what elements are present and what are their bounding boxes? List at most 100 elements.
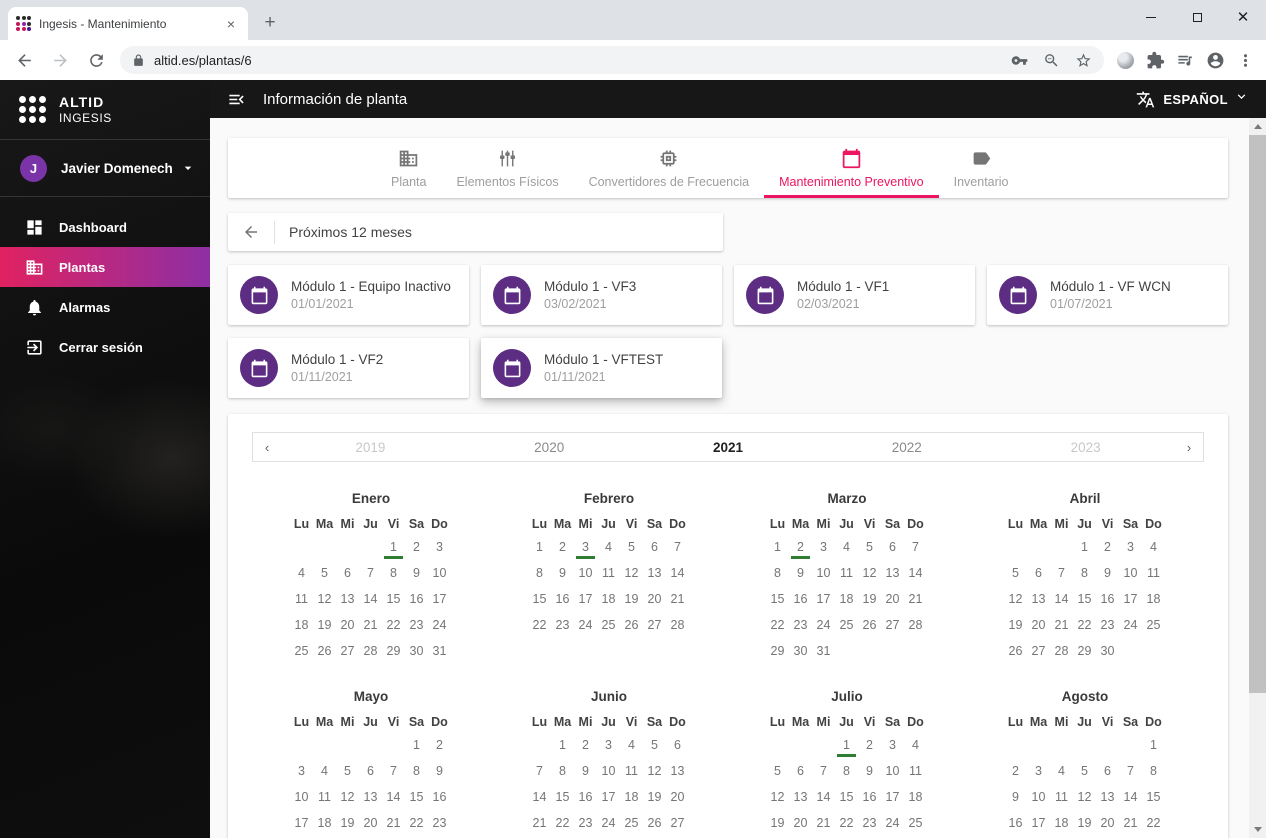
calendar-day[interactable]: 23 — [574, 810, 597, 836]
calendar-day[interactable]: 21 — [666, 586, 689, 612]
calendar-day[interactable]: 26 — [313, 638, 336, 664]
calendar-day[interactable]: 4 — [904, 732, 927, 758]
calendar-day[interactable]: 10 — [881, 758, 904, 784]
calendar-day[interactable]: 17 — [812, 586, 835, 612]
calendar-day[interactable]: 3 — [428, 534, 451, 560]
calendar-day[interactable]: 19 — [620, 586, 643, 612]
calendar-day[interactable]: 11 — [290, 586, 313, 612]
calendar-day[interactable]: 25 — [1142, 612, 1165, 638]
calendar-day[interactable]: 13 — [1096, 784, 1119, 810]
sidebar-item-cerrar-sesión[interactable]: Cerrar sesión — [0, 327, 210, 367]
calendar-day[interactable]: 16 — [858, 784, 881, 810]
calendar-day[interactable]: 27 — [336, 638, 359, 664]
calendar-day[interactable]: 12 — [336, 784, 359, 810]
sidebar-item-plantas[interactable]: Plantas — [0, 247, 210, 287]
calendar-day[interactable]: 6 — [336, 560, 359, 586]
menu-open-icon[interactable] — [227, 90, 246, 109]
calendar-day[interactable]: 30 — [405, 638, 428, 664]
calendar-day[interactable]: 8 — [1142, 758, 1165, 784]
calendar-day[interactable]: 27 — [666, 810, 689, 836]
calendar-day[interactable]: 16 — [405, 586, 428, 612]
maximize-button[interactable] — [1174, 0, 1220, 34]
calendar-day[interactable]: 28 — [359, 638, 382, 664]
calendar-day[interactable]: 14 — [1119, 784, 1142, 810]
calendar-day[interactable]: 27 — [1027, 638, 1050, 664]
calendar-day[interactable]: 5 — [336, 758, 359, 784]
calendar-day[interactable]: 11 — [1142, 560, 1165, 586]
calendar-day[interactable]: 31 — [428, 638, 451, 664]
calendar-day[interactable]: 17 — [428, 586, 451, 612]
calendar-day[interactable]: 1 — [1142, 732, 1165, 758]
tab-convertidores-de-frecuencia[interactable]: Convertidores de Frecuencia — [574, 138, 765, 198]
module-card[interactable]: Módulo 1 - Equipo Inactivo 01/01/2021 — [228, 265, 469, 325]
scroll-up-icon[interactable] — [1249, 118, 1266, 135]
extensions-puzzle-icon[interactable] — [1140, 44, 1170, 76]
calendar-day[interactable]: 5 — [858, 534, 881, 560]
reload-icon[interactable] — [80, 44, 112, 76]
calendar-day[interactable]: 5 — [766, 758, 789, 784]
calendar-day[interactable]: 22 — [382, 612, 405, 638]
calendar-day[interactable]: 1 — [528, 534, 551, 560]
calendar-day[interactable]: 6 — [643, 534, 666, 560]
calendar-day[interactable]: 20 — [643, 586, 666, 612]
year-option-2021[interactable]: 2021 — [639, 440, 818, 455]
calendar-day[interactable]: 19 — [313, 612, 336, 638]
calendar-day[interactable]: 26 — [858, 612, 881, 638]
calendar-day[interactable]: 31 — [812, 638, 835, 664]
back-arrow-icon[interactable] — [242, 223, 260, 241]
calendar-day-marked[interactable]: 2 — [789, 534, 812, 560]
calendar-day[interactable]: 23 — [1096, 612, 1119, 638]
calendar-day[interactable]: 26 — [643, 810, 666, 836]
calendar-day[interactable]: 13 — [1027, 586, 1050, 612]
scrollbar-thumb[interactable] — [1249, 135, 1266, 693]
calendar-day[interactable]: 9 — [551, 560, 574, 586]
calendar-day[interactable]: 6 — [1027, 560, 1050, 586]
calendar-day[interactable]: 9 — [405, 560, 428, 586]
next-year-icon[interactable]: › — [1175, 440, 1203, 455]
calendar-day[interactable]: 24 — [428, 612, 451, 638]
calendar-day[interactable]: 26 — [1004, 638, 1027, 664]
calendar-day[interactable]: 12 — [1004, 586, 1027, 612]
calendar-day[interactable]: 17 — [1027, 810, 1050, 836]
calendar-day[interactable]: 15 — [766, 586, 789, 612]
calendar-day[interactable]: 1 — [551, 732, 574, 758]
calendar-day[interactable]: 15 — [551, 784, 574, 810]
calendar-day[interactable]: 2 — [1096, 534, 1119, 560]
calendar-day[interactable]: 18 — [313, 810, 336, 836]
calendar-day[interactable]: 11 — [835, 560, 858, 586]
calendar-day[interactable]: 22 — [405, 810, 428, 836]
calendar-day[interactable]: 15 — [528, 586, 551, 612]
calendar-day[interactable]: 12 — [1073, 784, 1096, 810]
calendar-day[interactable]: 3 — [290, 758, 313, 784]
scroll-down-icon[interactable] — [1249, 821, 1266, 838]
tab-elementos-físicos[interactable]: Elementos Físicos — [441, 138, 573, 198]
calendar-day[interactable]: 9 — [789, 560, 812, 586]
calendar-day[interactable]: 19 — [766, 810, 789, 836]
module-card[interactable]: Módulo 1 - VF3 03/02/2021 — [481, 265, 722, 325]
calendar-day[interactable]: 7 — [528, 758, 551, 784]
calendar-day[interactable]: 20 — [789, 810, 812, 836]
calendar-day[interactable]: 27 — [643, 612, 666, 638]
calendar-day[interactable]: 9 — [858, 758, 881, 784]
calendar-day[interactable]: 19 — [643, 784, 666, 810]
calendar-day[interactable]: 24 — [881, 810, 904, 836]
calendar-day[interactable]: 11 — [1050, 784, 1073, 810]
calendar-day[interactable]: 12 — [766, 784, 789, 810]
calendar-day[interactable]: 13 — [666, 758, 689, 784]
year-option-2020[interactable]: 2020 — [460, 440, 639, 455]
calendar-day[interactable]: 9 — [1004, 784, 1027, 810]
calendar-day[interactable]: 1 — [766, 534, 789, 560]
calendar-day[interactable]: 13 — [359, 784, 382, 810]
calendar-day[interactable]: 10 — [1119, 560, 1142, 586]
module-card[interactable]: Módulo 1 - VFTEST 01/11/2021 — [481, 338, 722, 398]
calendar-day[interactable]: 20 — [881, 586, 904, 612]
calendar-day[interactable]: 22 — [528, 612, 551, 638]
calendar-day[interactable]: 25 — [290, 638, 313, 664]
calendar-day[interactable]: 18 — [1050, 810, 1073, 836]
calendar-day[interactable]: 3 — [881, 732, 904, 758]
calendar-day[interactable]: 20 — [359, 810, 382, 836]
calendar-day[interactable]: 12 — [620, 560, 643, 586]
calendar-day[interactable]: 16 — [789, 586, 812, 612]
calendar-day[interactable]: 30 — [1096, 638, 1119, 664]
calendar-day[interactable]: 20 — [666, 784, 689, 810]
